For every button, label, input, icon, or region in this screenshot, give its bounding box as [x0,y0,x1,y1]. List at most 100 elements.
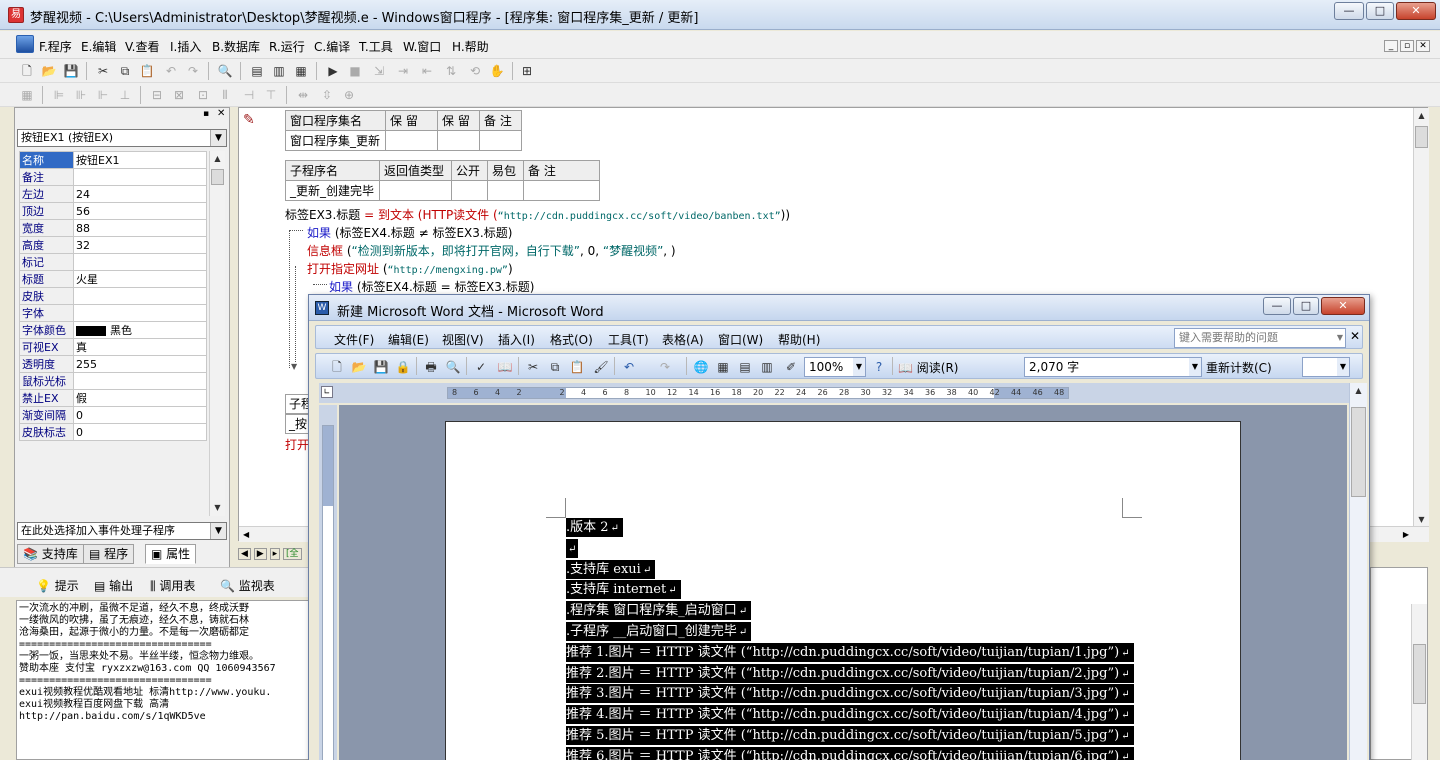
property-value[interactable] [73,304,207,322]
property-row[interactable]: 高度 32 [19,236,207,254]
code-line[interactable]: 如果 (标签EX4.标题 = 标签EX3.标题) [329,278,534,295]
tab-properties[interactable]: ▣ 属性 [145,544,197,564]
document-line[interactable]: .程序集 窗口程序集_启动窗口 ↵ [566,601,752,621]
read-mode-button[interactable]: 📖 阅读(R) [898,359,958,376]
nav-next-icon[interactable]: ▸ [269,548,281,560]
property-row[interactable]: 左边 24 [19,185,207,203]
close-button[interactable]: ✕ [1396,2,1436,20]
align-right-icon[interactable]: ⊩ [94,86,112,104]
table-cell[interactable] [479,130,522,151]
word-doc-close-icon[interactable]: ✕ [1350,329,1360,343]
open-icon[interactable]: 📂 [350,358,368,376]
scroll-right-icon[interactable]: ▶ [1403,527,1409,543]
menu-help[interactable]: H.帮助 [452,38,489,55]
document-line[interactable]: .版本 2 ↵ [566,518,623,537]
space-eq-icon[interactable]: ⊤ [262,86,280,104]
align-center-icon[interactable]: ⊪ [72,86,90,104]
new-doc-icon[interactable]: 🗋 [328,358,346,376]
hyperlink-icon[interactable]: 🌐 [692,358,710,376]
drawing-icon[interactable]: ✐ [782,358,800,376]
recount-button[interactable]: 重新计数(C) [1206,359,1272,376]
font-size-select[interactable]: ▼ [1302,357,1350,377]
property-value[interactable]: 0 [73,406,207,424]
step-3-icon[interactable]: ⇤ [418,62,436,80]
menu-compile[interactable]: C.编译 [314,38,350,55]
maximize-button[interactable]: □ [1366,2,1394,20]
tab-call-table[interactable]: ⫼ 调用表 [150,577,195,594]
property-row[interactable]: 顶边 56 [19,202,207,220]
editor-vertical-scrollbar[interactable]: ▲ ▼ [1413,108,1429,528]
property-row[interactable]: 透明度 255 [19,355,207,373]
copy-icon[interactable]: ⧉ [116,62,134,80]
property-row[interactable]: 禁止EX 假 [19,389,207,407]
layout-3-icon[interactable]: ▦ [292,62,310,80]
space-v-icon[interactable]: ⊣ [240,86,258,104]
code-line[interactable]: 信息框 (“检测到新版本，即将打开官网，自行下载”, 0, “梦醒视频”, ) [307,242,676,259]
word-menu-edit[interactable]: 编辑(E) [388,331,429,348]
table-cell[interactable] [379,180,452,201]
nav-prev-icon[interactable]: ▶ [253,548,267,560]
property-row[interactable]: 皮肤 [19,287,207,305]
table-cell[interactable] [487,180,524,201]
table-cell[interactable]: 窗口程序集_更新 [285,130,386,151]
scroll-down-icon[interactable]: ▼ [210,500,225,516]
scroll-thumb[interactable] [211,169,224,185]
undo-icon[interactable]: ↶ [620,358,638,376]
table-cell[interactable] [523,180,600,201]
property-value[interactable]: 黑色 [73,321,207,339]
word-maximize-button[interactable]: □ [1293,297,1319,315]
spelling-icon[interactable]: ✓ [472,358,490,376]
property-row[interactable]: 皮肤标志 0 [19,423,207,441]
help-search-input[interactable]: 键入需要帮助的问题 ▼ [1174,328,1346,348]
word-menu-tools[interactable]: 工具(T) [608,331,649,348]
scroll-thumb[interactable] [1413,644,1426,704]
mdi-restore-button[interactable]: ▫ [1400,40,1414,52]
tables-borders-icon[interactable]: ▦ [714,358,732,376]
layout-1-icon[interactable]: ▤ [248,62,266,80]
menu-window[interactable]: W.窗口 [403,38,441,55]
component-selector[interactable]: 按钮EX1 (按钮EX) ▼ [17,129,227,147]
document-line[interactable]: .支持库 internet ↵ [566,580,681,600]
document-line[interactable]: .子程序 __启动窗口_创建完毕 ↵ [566,622,752,641]
nav-first-icon[interactable]: ◀ [238,548,251,560]
research-icon[interactable]: 📖 [496,358,514,376]
property-value[interactable]: 24 [73,185,207,203]
menu-run[interactable]: R.运行 [269,38,305,55]
word-menu-table[interactable]: 表格(A) [662,331,704,348]
scroll-up-icon[interactable]: ▲ [210,151,225,167]
word-menu-insert[interactable]: 插入(I) [498,331,535,348]
help-icon[interactable]: ? [870,358,888,376]
property-value[interactable] [73,168,207,186]
stop-icon[interactable]: ■ [346,62,364,80]
document-line[interactable]: 推荐 1.图片 ＝ HTTP 读文件 (“http://cdn.puddingc… [566,642,1134,662]
menu-insert[interactable]: I.插入 [170,38,201,55]
paste-icon[interactable]: 📋 [568,358,586,376]
open-folder-icon[interactable]: 📂 [40,62,58,80]
document-icon[interactable] [16,35,34,53]
menu-tools[interactable]: T.工具 [359,38,393,55]
word-menu-window[interactable]: 窗口(W) [718,331,763,348]
property-row[interactable]: 渐变间隔 0 [19,406,207,424]
word-menu-file[interactable]: 文件(F) [334,331,374,348]
cut-icon[interactable]: ✂ [524,358,542,376]
menu-database[interactable]: B.数据库 [212,38,260,55]
word-close-button[interactable]: ✕ [1321,297,1365,315]
property-row[interactable]: 名称 按钮EX1 [19,151,207,169]
permission-icon[interactable]: 🔒 [394,358,412,376]
menu-view[interactable]: V.查看 [125,38,159,55]
word-menu-help[interactable]: 帮助(H) [778,331,820,348]
scroll-up-icon[interactable]: ▲ [1414,108,1429,124]
scroll-up-icon[interactable]: ▲ [1350,383,1367,399]
copy-icon[interactable]: ⧉ [546,358,564,376]
property-row[interactable]: 宽度 88 [19,219,207,237]
tab-watch-table[interactable]: 🔍 监视表 [220,577,275,594]
mdi-close-button[interactable]: ✕ [1416,40,1430,52]
property-value[interactable]: 32 [73,236,207,254]
print-icon[interactable]: 🖶 [422,358,440,376]
redo-icon[interactable]: ↷ [184,62,202,80]
property-scrollbar[interactable]: ▲ ▼ [209,151,225,516]
step-5-icon[interactable]: ⟲ [466,62,484,80]
cut-icon[interactable]: ✂ [94,62,112,80]
align-bottom-icon[interactable]: ⊥ [116,86,134,104]
word-minimize-button[interactable]: — [1263,297,1291,315]
